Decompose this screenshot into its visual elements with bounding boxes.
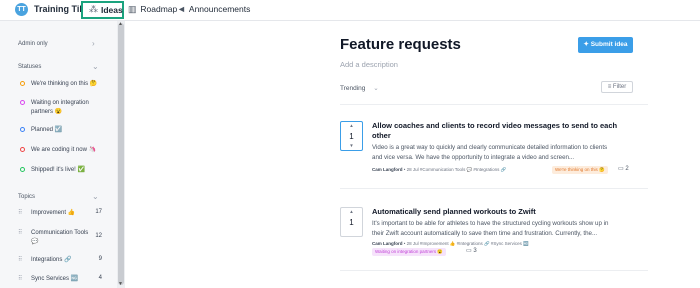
drag-handle-icon[interactable]: ⠿ [18, 209, 23, 216]
post-title[interactable]: Allow coaches and clients to record vide… [372, 121, 634, 141]
nav-announcements-tab[interactable]: ◄ Announcements [177, 4, 250, 14]
logo-icon[interactable]: TT [15, 3, 28, 16]
filter-button[interactable]: ≡ Filter [601, 81, 633, 93]
post-date: 28 Jul [406, 241, 419, 246]
post-title[interactable]: Automatically send planned workouts to Z… [372, 207, 634, 217]
post-excerpt: Video is a great way to quickly and clea… [372, 144, 608, 161]
chevron-down-icon[interactable]: ⌄ [92, 62, 99, 71]
scroll-up-icon[interactable]: ▲ [118, 21, 123, 27]
comments-count[interactable]: ▭ 2 [618, 165, 629, 172]
divider [340, 188, 648, 189]
comment-icon: ▭ [618, 166, 624, 172]
nav-roadmap-label: Roadmap [140, 4, 178, 14]
page-title: Feature requests [340, 36, 461, 53]
upvote-icon: ▲ [349, 123, 354, 128]
topic-label: Communication Tools 💬 [31, 230, 89, 245]
status-badge: We're thinking on this 🤔 [552, 166, 608, 174]
sort-label: Trending [340, 85, 366, 92]
status-dot-icon [20, 81, 25, 86]
drag-handle-icon[interactable]: ⠿ [18, 256, 23, 263]
chevron-right-icon[interactable]: › [92, 39, 95, 48]
status-dot-icon [20, 127, 25, 132]
drag-handle-icon[interactable]: ⠿ [18, 275, 23, 282]
topic-count: 4 [98, 275, 102, 281]
post-meta: Cam Langford • 28 Jul #Communication Too… [372, 167, 507, 172]
post-author[interactable]: Cam Langford [372, 241, 403, 246]
post-tags[interactable]: #Communication Tools 💬 #Integrations 🔗 [420, 167, 506, 172]
filter-icon: ≡ [607, 84, 612, 90]
status-badge: Waiting on integration partners 😮 [372, 248, 446, 256]
submit-idea-label: Submit idea [590, 41, 628, 48]
post-excerpt: It's important to be able for athletes t… [372, 220, 609, 237]
topics-heading[interactable]: Topics [18, 194, 35, 200]
comments-count[interactable]: ▭ 3 [466, 247, 477, 254]
topic-count: 17 [95, 209, 102, 215]
upvote-icon: ▲ [349, 209, 354, 214]
comment-count-value: 3 [473, 248, 477, 254]
status-label: Planned ☑️ [31, 127, 63, 133]
status-dot-icon [20, 100, 25, 105]
sparkle-icon: ⁂ [89, 4, 98, 14]
post-date: 28 Jul [406, 167, 419, 172]
status-label: We're thinking on this 🤔 [31, 81, 98, 87]
admin-only-section[interactable]: Admin only [18, 41, 48, 47]
scroll-down-icon[interactable]: ▼ [118, 281, 123, 287]
status-dot-icon [20, 147, 25, 152]
comment-icon: ▭ [466, 248, 472, 254]
status-label: Shipped! it's live! ✅ [31, 167, 85, 173]
vote-button[interactable]: ▲ 1 [340, 207, 363, 237]
topic-label: Integrations 🔗 [31, 257, 72, 263]
downvote-icon: ▼ [349, 143, 354, 148]
nav-announcements-label: Announcements [188, 4, 251, 14]
chevron-down-icon[interactable]: ⌄ [92, 192, 99, 201]
top-bar: TT Training Tilt ⁂ Ideas ▥ Roadmap ◄ Ann… [0, 0, 700, 21]
topic-count: 9 [98, 256, 102, 262]
brand-name[interactable]: Training Tilt [34, 4, 85, 14]
status-label: Waiting on integration partners 😮 [31, 100, 89, 115]
submit-idea-button[interactable]: ✦ Submit idea [578, 37, 633, 53]
drag-handle-icon[interactable]: ⠿ [18, 229, 23, 236]
divider [340, 270, 648, 271]
status-dot-icon [20, 167, 25, 172]
nav-ideas-tab[interactable]: ⁂ Ideas [81, 1, 124, 19]
sort-dropdown[interactable]: Trending ⌄ [340, 84, 379, 92]
vote-button[interactable]: ▲ 1 ▼ [340, 121, 363, 151]
divider [340, 104, 648, 105]
sidebar-scrollbar-thumb[interactable] [118, 23, 124, 285]
comment-count-value: 2 [625, 166, 629, 172]
board-description[interactable]: Add a description [340, 60, 398, 69]
megaphone-icon: ◄ [177, 4, 186, 14]
lightbulb-icon: ✦ [583, 41, 589, 48]
topic-label: Sync Services 🆖 [31, 276, 79, 282]
topic-count: 12 [95, 233, 102, 239]
nav-roadmap-tab[interactable]: ▥ Roadmap [128, 4, 177, 15]
map-icon: ▥ [128, 4, 137, 14]
post-meta: Cam Langford • 28 Jul #Improvement 👍 #In… [372, 241, 529, 246]
nav-ideas-label: Ideas [101, 5, 123, 15]
filter-label: Filter [612, 84, 627, 90]
topic-label: Improvement 👍 [31, 210, 76, 216]
post-tags[interactable]: #Improvement 👍 #Integrations 🔗 #Sync Ser… [420, 241, 529, 246]
vote-count: 1 [349, 132, 354, 141]
status-label: We are coding it now 🦄 [31, 147, 97, 153]
statuses-heading[interactable]: Statuses [18, 64, 41, 70]
vote-count: 1 [349, 218, 354, 227]
post-author[interactable]: Cam Langford [372, 167, 403, 172]
chevron-down-icon: ⌄ [373, 85, 379, 92]
